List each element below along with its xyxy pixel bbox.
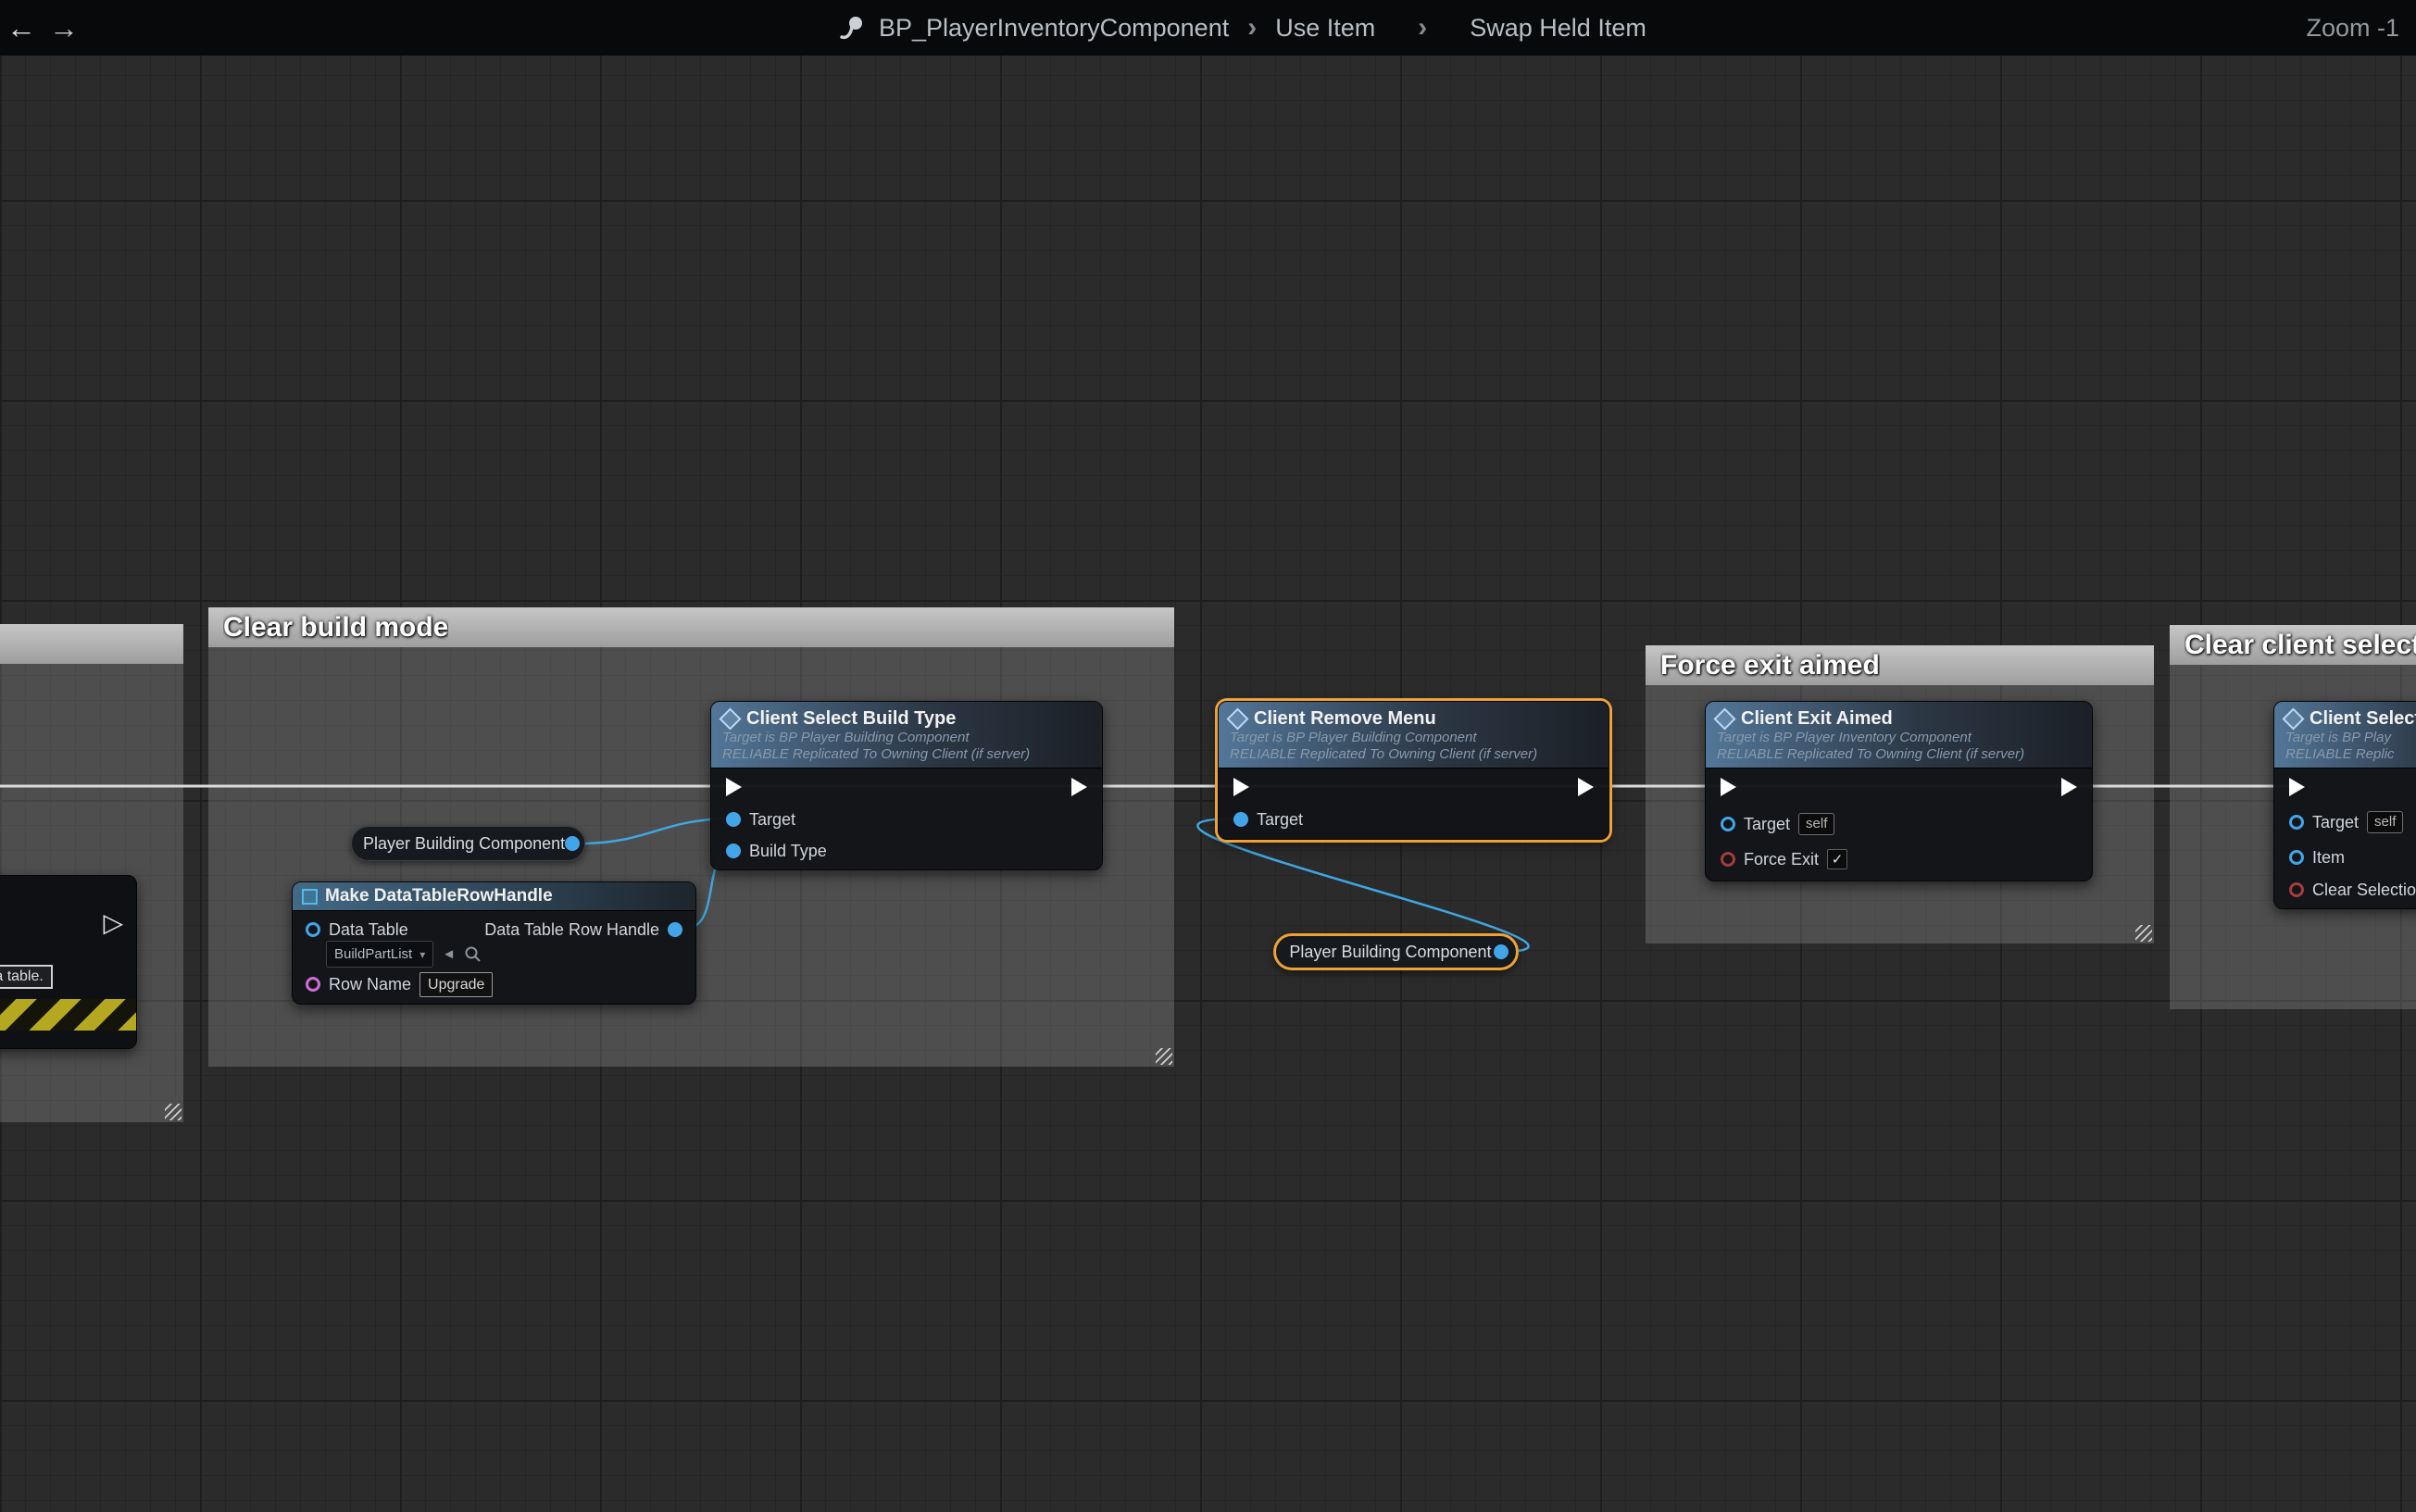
development-only-banner [0,999,136,1031]
node-header[interactable]: Client Select Build Type Target is BP Pl… [711,702,1102,768]
breadcrumb: BP_PlayerInventoryComponent › Use Item ›… [838,0,1646,56]
pin-label: Row Name [329,975,411,994]
comment-clear-client-select-header[interactable]: Clear client select [2170,625,2416,665]
node-title: Client Exit Aimed [1741,708,1893,730]
comment-title: Clear client select [2184,630,2416,661]
magnifier-icon[interactable] [464,945,482,963]
node-left-partial[interactable]: ▷ ata table. [0,875,137,1049]
node-client-remove-menu[interactable]: Client Remove Menu Target is BP Player B… [1218,701,1609,840]
exec-in-pin[interactable] [1233,778,1249,796]
item-pin[interactable] [2289,850,2304,865]
back-arrow-icon[interactable]: ← [0,11,43,45]
function-icon [1226,707,1248,730]
node-subtitle: Target is BP Play [2285,730,2416,746]
output-pin[interactable] [1494,944,1508,959]
exec-in-pin[interactable] [2289,778,2305,796]
exec-in-pin[interactable] [1721,778,1736,796]
node-title: Make DataTableRowHandle [325,886,553,906]
node-client-select-slot[interactable]: Client Select Slo Target is BP Play RELI… [2273,701,2416,909]
use-selected-icon[interactable]: ◄ [442,946,456,962]
pin-label: Data Table [329,920,408,940]
exec-out-pin[interactable] [1071,778,1087,796]
pin-label: Build Type [749,842,827,861]
node-header[interactable]: Client Select Slo Target is BP Play RELI… [2274,702,2416,768]
node-client-select-build-type[interactable]: Client Select Build Type Target is BP Pl… [710,701,1103,870]
node-client-exit-aimed[interactable]: Client Exit Aimed Target is BP Player In… [1705,701,2093,881]
pin-label: Target [2312,813,2359,832]
target-pin[interactable] [726,812,741,827]
node-header[interactable]: Make DataTableRowHandle [293,882,695,911]
node-player-building-component-2[interactable]: Player Building Component [1273,933,1519,970]
comment-title: Clear build mode [223,612,448,644]
pin-label: Clear Selection [2312,881,2416,900]
resize-handle-icon[interactable] [2135,925,2152,942]
node-subtitle: Target is BP Player Building Component [1230,730,1597,746]
comment-force-exit-aimed-header[interactable]: Force exit aimed [1646,645,2154,685]
text-fragment-box[interactable]: ata table. [0,965,53,989]
comment-clear-build-mode-header[interactable]: Clear build mode [208,607,1174,647]
node-subtitle: RELIABLE Replicated To Owning Client (if… [1717,746,2081,763]
node-title: Client Remove Menu [1254,708,1436,730]
exec-out-pin[interactable] [2061,778,2077,796]
pin-label: Item [2312,848,2345,868]
breadcrumb-mid[interactable]: Use Item [1275,14,1375,43]
build-type-pin[interactable] [726,843,741,858]
node-title: Client Select Slo [2310,708,2416,730]
row-name-input[interactable]: Upgrade [419,972,493,997]
pin-label: Target [1257,810,1303,830]
function-icon [719,707,741,730]
data-table-dropdown[interactable]: BuildPartList ▾ [326,941,433,968]
title-bar: ← → BP_PlayerInventoryComponent › Use It… [0,0,2416,56]
breadcrumb-leaf[interactable]: Swap Held Item [1470,14,1646,43]
target-pin[interactable] [1233,812,1248,827]
pin-label: Target [749,810,795,830]
play-icon[interactable]: ▷ [103,907,123,938]
function-icon [2282,707,2304,730]
data-table-pin[interactable] [306,922,320,937]
graph-icon [838,13,866,43]
breadcrumb-separator-icon: › [1242,12,1262,44]
dropdown-value: BuildPartList [334,946,412,962]
breadcrumb-root[interactable]: BP_PlayerInventoryComponent [879,14,1229,43]
node-subtitle: RELIABLE Replicated To Owning Client (if… [722,746,1091,763]
target-pin[interactable] [2289,815,2304,830]
caret-down-icon: ▾ [419,948,425,961]
target-self-box[interactable]: self [2367,811,2403,833]
function-icon [1713,707,1735,730]
node-title: Client Select Build Type [746,708,956,730]
exec-in-pin[interactable] [726,778,742,796]
variable-label: Player Building Component [352,834,565,854]
forward-arrow-icon[interactable]: → [43,11,85,45]
blueprint-canvas[interactable]: Clear build mode Force exit aimed Clear … [0,0,2416,1512]
row-name-pin[interactable] [306,977,320,992]
node-make-datatablerowhandle[interactable]: Make DataTableRowHandle Data Table Data … [292,881,696,1005]
node-subtitle: Target is BP Player Building Component [722,730,1091,746]
comment-title: Force exit aimed [1660,650,1880,681]
exec-out-pin[interactable] [1578,778,1594,796]
comment-left-partial-header[interactable] [0,624,183,664]
force-exit-pin[interactable] [1721,852,1735,867]
force-exit-checkbox[interactable]: ✓ [1827,849,1847,869]
target-pin[interactable] [1721,817,1735,831]
target-self-box[interactable]: self [1798,813,1834,835]
struct-icon [302,889,318,905]
pin-label: Target [1744,815,1790,834]
node-subtitle: RELIABLE Replicated To Owning Client (if… [1230,746,1597,763]
node-subtitle: RELIABLE Replic [2285,746,2416,763]
resize-handle-icon[interactable] [165,1104,182,1120]
node-player-building-component-1[interactable]: Player Building Component [351,826,585,861]
node-header[interactable]: Client Exit Aimed Target is BP Player In… [1706,702,2092,768]
resize-handle-icon[interactable] [1156,1048,1172,1065]
pin-label: Data Table Row Handle [484,920,659,940]
clear-selection-pin[interactable] [2289,882,2304,897]
node-subtitle: Target is BP Player Inventory Component [1717,730,2081,746]
row-handle-out-pin[interactable] [668,922,682,937]
output-pin[interactable] [565,836,580,851]
variable-label: Player Building Component [1276,943,1494,962]
pin-label: Force Exit [1744,850,1819,869]
node-header[interactable]: Client Remove Menu Target is BP Player B… [1219,702,1609,768]
zoom-level: Zoom -1 [2306,0,2399,56]
breadcrumb-separator-icon: › [1412,12,1433,44]
